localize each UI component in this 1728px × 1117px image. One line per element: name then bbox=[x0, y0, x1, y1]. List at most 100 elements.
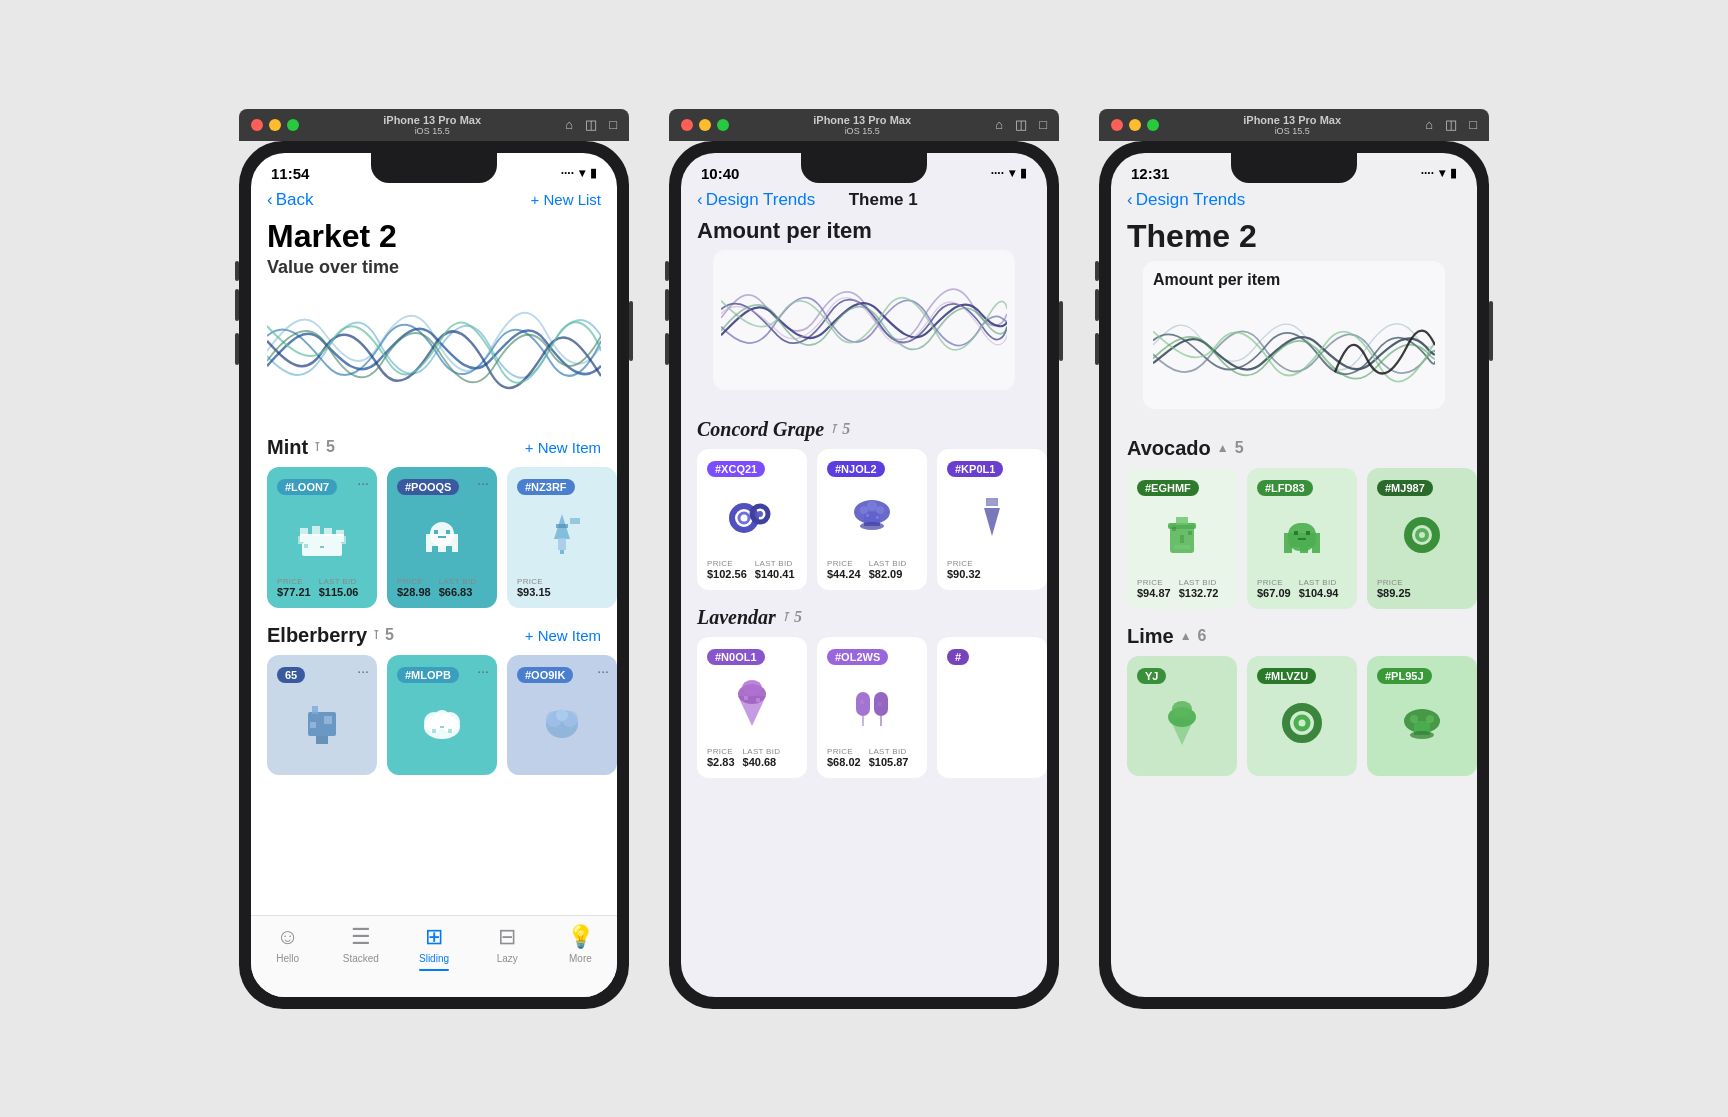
sim-titlebar-3: iPhone 13 Pro Max iOS 15.5 ⌂ ◫ □ bbox=[1099, 109, 1489, 141]
item-card-lfd83[interactable]: #LFD83 bbox=[1247, 468, 1357, 609]
price-label-n0ol1: PRICE bbox=[707, 747, 735, 756]
new-item-elberberry[interactable]: + New Item bbox=[525, 627, 601, 644]
item-card-nz3rf[interactable]: #NZ3RF bbox=[507, 467, 617, 608]
close-button[interactable] bbox=[251, 119, 263, 131]
chevron-left-icon-2: ‹ bbox=[697, 190, 703, 210]
item-card-mlvzu[interactable]: #MLVZU bbox=[1247, 656, 1357, 776]
more-icon-65[interactable]: ··· bbox=[357, 663, 369, 679]
maximize-button-2[interactable] bbox=[717, 119, 729, 131]
tab-more[interactable]: 💡 More bbox=[544, 924, 617, 964]
tab-hello[interactable]: ☺ Hello bbox=[251, 924, 324, 964]
item-tag-loon7: #LOON7 bbox=[277, 479, 337, 495]
avocado-items-grid: #EGHMF bbox=[1111, 468, 1477, 609]
more-icon-pooqs[interactable]: ··· bbox=[477, 475, 489, 491]
tab-stacked[interactable]: ☰ Stacked bbox=[324, 924, 397, 964]
minimize-button-3[interactable] bbox=[1129, 119, 1141, 131]
item-card-yj[interactable]: YJ bbox=[1127, 656, 1237, 776]
item-tag-ol2ws: #OL2WS bbox=[827, 649, 888, 665]
window-controls-3[interactable] bbox=[1111, 119, 1159, 131]
section-header-lavendar: Lavendar ⊺ 5 bbox=[681, 598, 1047, 637]
section-mint: Mint ⊺ 5 + New Item #LOON7 ··· bbox=[251, 428, 617, 616]
new-item-mint[interactable]: + New Item bbox=[525, 439, 601, 456]
status-right-1: ···· ▾ ▮ bbox=[561, 166, 597, 180]
tab-lazy[interactable]: ⊟ Lazy bbox=[471, 924, 544, 964]
pg-n0ol1-price: PRICE $2.83 bbox=[707, 747, 735, 768]
minimize-button[interactable] bbox=[269, 119, 281, 131]
item-tag-njol2: #NJOL2 bbox=[827, 461, 885, 477]
record-icon-2[interactable]: □ bbox=[1039, 117, 1047, 132]
item-icon-oo9ik bbox=[527, 687, 597, 757]
phone-screen-3: 12:31 ···· ▾ ▮ ‹ Design Trends Theme 2 bbox=[1111, 153, 1477, 997]
item-card-pooqs[interactable]: #POOQS ··· bbox=[387, 467, 497, 608]
item-tag-mlopb: #MLOPB bbox=[397, 667, 459, 683]
window-controls-1[interactable] bbox=[251, 119, 299, 131]
item-card-mlopb[interactable]: #MLOPB ··· bbox=[387, 655, 497, 775]
person-icon-lime: ▲ bbox=[1180, 629, 1192, 643]
item-tag-65: 65 bbox=[277, 667, 305, 683]
item-card-loon7[interactable]: #LOON7 ··· bbox=[267, 467, 377, 608]
item-card-lavendar-3[interactable]: # bbox=[937, 637, 1047, 778]
price-val-nz3rf: $93.15 bbox=[517, 586, 551, 598]
window-controls-2[interactable] bbox=[681, 119, 729, 131]
back-button-1[interactable]: ‹ Back bbox=[267, 190, 313, 210]
item-card-eghmf[interactable]: #EGHMF bbox=[1127, 468, 1237, 609]
minimize-button-2[interactable] bbox=[699, 119, 711, 131]
item-prices-lfd83: PRICE $67.09 LAST BID $104.94 bbox=[1257, 578, 1347, 599]
maximize-button[interactable] bbox=[287, 119, 299, 131]
home-icon-3[interactable]: ⌂ bbox=[1425, 117, 1433, 132]
svg-rect-62 bbox=[880, 716, 882, 726]
item-prices-eghmf: PRICE $94.87 LAST BID $132.72 bbox=[1137, 578, 1227, 599]
back-label-3: Design Trends bbox=[1136, 190, 1246, 210]
item-card-65[interactable]: 65 ··· bbox=[267, 655, 377, 775]
svg-rect-70 bbox=[1180, 535, 1184, 543]
close-button-2[interactable] bbox=[681, 119, 693, 131]
home-icon-2[interactable]: ⌂ bbox=[995, 117, 1003, 132]
item-card-pl95j[interactable]: #PL95J bbox=[1367, 656, 1477, 776]
item-icon-pl95j bbox=[1387, 688, 1457, 758]
back-button-2[interactable]: ‹ Design Trends bbox=[697, 190, 815, 210]
close-button-3[interactable] bbox=[1111, 119, 1123, 131]
lastbid-label-njol2: LAST BID bbox=[869, 559, 907, 568]
svg-rect-79 bbox=[1298, 538, 1306, 540]
item-card-oo9ik[interactable]: #OO9IK ··· bbox=[507, 655, 617, 775]
item-card-ol2ws[interactable]: #OL2WS bbox=[817, 637, 927, 778]
back-button-3[interactable]: ‹ Design Trends bbox=[1127, 190, 1245, 210]
more-icon-mlopb[interactable]: ··· bbox=[477, 663, 489, 679]
more-icon-loon7[interactable]: ··· bbox=[357, 475, 369, 491]
lastbid-val-n0ol1: $40.68 bbox=[743, 756, 781, 768]
filter-icon-elberberry: ⊺ bbox=[373, 628, 379, 642]
screenshot-icon[interactable]: ◫ bbox=[585, 117, 597, 132]
svg-point-85 bbox=[1286, 707, 1318, 739]
new-list-button-1[interactable]: + New List bbox=[531, 191, 601, 208]
svg-point-84 bbox=[1172, 701, 1192, 717]
svg-point-46 bbox=[860, 506, 868, 514]
section-header-concord: Concord Grape ⊺ 5 bbox=[681, 410, 1047, 449]
filter-icon-concord: ⊺ bbox=[830, 422, 836, 437]
maximize-button-3[interactable] bbox=[1147, 119, 1159, 131]
chart-title-2: Amount per item bbox=[697, 218, 1031, 244]
item-card-njol2[interactable]: #NJOL2 bbox=[817, 449, 927, 590]
svg-rect-9 bbox=[320, 546, 324, 548]
signal-icon: ···· bbox=[561, 166, 574, 180]
screenshot-icon-2[interactable]: ◫ bbox=[1015, 117, 1027, 132]
item-card-n0ol1[interactable]: #N0OL1 bbox=[697, 637, 807, 778]
more-icon-oo9ik[interactable]: ··· bbox=[597, 663, 609, 679]
item-card-xcq21[interactable]: #XCQ21 bbox=[697, 449, 807, 590]
item-card-mj987[interactable]: #MJ987 PRICE $89.25 bbox=[1367, 468, 1477, 609]
nav-bar-3: ‹ Design Trends bbox=[1111, 186, 1477, 218]
price-val-xcq21: $102.56 bbox=[707, 568, 747, 580]
screenshot-icon-3[interactable]: ◫ bbox=[1445, 117, 1457, 132]
svg-rect-33 bbox=[448, 729, 452, 733]
pg-kp0l1-price: PRICE $90.32 bbox=[947, 559, 981, 580]
tab-lazy-icon: ⊟ bbox=[498, 924, 516, 950]
pg-mj987-price: PRICE $89.25 bbox=[1377, 578, 1411, 599]
home-icon[interactable]: ⌂ bbox=[565, 117, 573, 132]
volume-buttons-3 bbox=[1095, 261, 1099, 377]
svg-rect-68 bbox=[1172, 527, 1176, 531]
section-title-concord: Concord Grape ⊺ 5 bbox=[697, 418, 850, 441]
tab-sliding[interactable]: ⊞ Sliding bbox=[397, 924, 470, 971]
item-icon-ol2ws bbox=[837, 669, 907, 739]
record-icon[interactable]: □ bbox=[609, 117, 617, 132]
item-card-kp0l1[interactable]: #KP0L1 PRI bbox=[937, 449, 1047, 590]
record-icon-3[interactable]: □ bbox=[1469, 117, 1477, 132]
